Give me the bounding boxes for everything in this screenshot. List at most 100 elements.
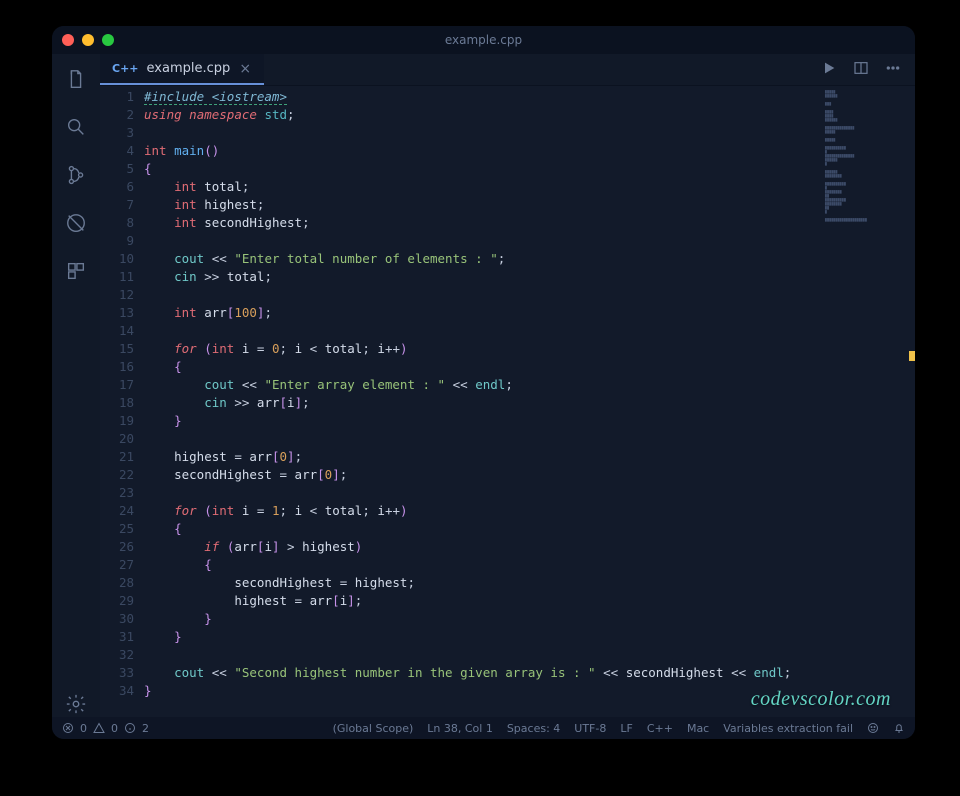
minimize-window-button[interactable] (82, 34, 94, 46)
code-content: cout << "Enter total number of elements … (144, 250, 505, 268)
gutter-line-number: 4 (100, 142, 144, 160)
gutter-line-number: 15 (100, 340, 144, 358)
warning-icon (93, 722, 105, 734)
activity-bar (52, 54, 100, 717)
minimap[interactable]: █████ ██████ ███ ████ ████ ██████ ██████… (819, 86, 915, 717)
code-content: } (144, 610, 212, 628)
explorer-icon[interactable] (63, 66, 89, 92)
status-os[interactable]: Mac (687, 722, 709, 735)
info-icon (124, 722, 136, 734)
code-content: #include <iostream> (144, 88, 287, 106)
code-content: int highest; (144, 196, 264, 214)
code-line: 24 for (int i = 1; i < total; i++) (100, 502, 819, 520)
code-line: 31 } (100, 628, 819, 646)
code-line: 2using namespace std; (100, 106, 819, 124)
code-editor[interactable]: 1#include <iostream>2using namespace std… (100, 86, 819, 717)
debug-icon[interactable] (63, 210, 89, 236)
gutter-line-number: 14 (100, 322, 144, 340)
error-icon (62, 722, 74, 734)
code-line: 14 (100, 322, 819, 340)
code-line: 32 (100, 646, 819, 664)
gutter-line-number: 24 (100, 502, 144, 520)
code-content: cin >> arr[i]; (144, 394, 310, 412)
gutter-line-number: 29 (100, 592, 144, 610)
code-line: 23 (100, 484, 819, 502)
status-language[interactable]: C++ (647, 722, 673, 735)
gutter-line-number: 16 (100, 358, 144, 376)
code-line: 3 (100, 124, 819, 142)
status-extra[interactable]: Variables extraction fail (723, 722, 853, 735)
minimap-preview: █████ ██████ ███ ████ ████ ██████ ██████… (825, 90, 911, 222)
gutter-line-number: 17 (100, 376, 144, 394)
code-line: 25 { (100, 520, 819, 538)
code-line: 8 int secondHighest; (100, 214, 819, 232)
status-warnings: 0 (111, 722, 118, 735)
code-content: cout << "Enter array element : " << endl… (144, 376, 513, 394)
editor-body: C++ example.cpp × 1#include <iostream>2u… (52, 54, 915, 717)
code-line: 34} (100, 682, 819, 700)
close-window-button[interactable] (62, 34, 74, 46)
status-problems[interactable]: 0 0 2 (62, 722, 149, 735)
gutter-line-number: 31 (100, 628, 144, 646)
code-line: 1#include <iostream> (100, 88, 819, 106)
extensions-icon[interactable] (63, 258, 89, 284)
status-indent[interactable]: Spaces: 4 (507, 722, 560, 735)
code-line: 21 highest = arr[0]; (100, 448, 819, 466)
code-line: 33 cout << "Second highest number in the… (100, 664, 819, 682)
gutter-line-number: 21 (100, 448, 144, 466)
close-tab-button[interactable]: × (238, 62, 252, 76)
code-content: for (int i = 1; i < total; i++) (144, 502, 408, 520)
editor-actions (821, 54, 915, 85)
tab-filename: example.cpp (147, 61, 231, 76)
gutter-line-number: 26 (100, 538, 144, 556)
code-content: } (144, 682, 152, 700)
source-control-icon[interactable] (63, 162, 89, 188)
code-content: } (144, 412, 182, 430)
code-line: 19 } (100, 412, 819, 430)
code-content: { (144, 556, 212, 574)
code-line: 16 { (100, 358, 819, 376)
gutter-line-number: 18 (100, 394, 144, 412)
gutter-line-number: 11 (100, 268, 144, 286)
code-content: { (144, 520, 182, 538)
code-content: for (int i = 0; i < total; i++) (144, 340, 408, 358)
status-info: 2 (142, 722, 149, 735)
zoom-window-button[interactable] (102, 34, 114, 46)
code-line: 5{ (100, 160, 819, 178)
code-line: 30 } (100, 610, 819, 628)
code-content: cout << "Second highest number in the gi… (144, 664, 791, 682)
status-cursor[interactable]: Ln 38, Col 1 (427, 722, 493, 735)
status-bell-icon[interactable] (893, 722, 905, 734)
status-encoding[interactable]: UTF-8 (574, 722, 606, 735)
search-icon[interactable] (63, 114, 89, 140)
cpp-file-icon: C++ (112, 62, 139, 75)
code-line: 15 for (int i = 0; i < total; i++) (100, 340, 819, 358)
gutter-line-number: 27 (100, 556, 144, 574)
window-title: example.cpp (445, 33, 522, 47)
code-line: 18 cin >> arr[i]; (100, 394, 819, 412)
status-eol[interactable]: LF (620, 722, 632, 735)
status-scope[interactable]: (Global Scope) (333, 722, 414, 735)
gutter-line-number: 8 (100, 214, 144, 232)
tab-example-cpp[interactable]: C++ example.cpp × (100, 54, 264, 85)
status-feedback-icon[interactable] (867, 722, 879, 734)
code-line: 10 cout << "Enter total number of elemen… (100, 250, 819, 268)
run-icon[interactable] (821, 60, 837, 80)
more-actions-icon[interactable] (885, 60, 901, 80)
code-content: } (144, 628, 182, 646)
code-line: 12 (100, 286, 819, 304)
split-editor-icon[interactable] (853, 60, 869, 80)
gutter-line-number: 28 (100, 574, 144, 592)
gutter-line-number: 6 (100, 178, 144, 196)
code-line: 9 (100, 232, 819, 250)
code-content: secondHighest = arr[0]; (144, 466, 347, 484)
code-content: int total; (144, 178, 249, 196)
minimap-marker (909, 351, 915, 361)
gutter-line-number: 30 (100, 610, 144, 628)
code-content: cin >> total; (144, 268, 272, 286)
settings-icon[interactable] (63, 691, 89, 717)
gutter-line-number: 5 (100, 160, 144, 178)
code-content: int arr[100]; (144, 304, 272, 322)
code-line: 11 cin >> total; (100, 268, 819, 286)
traffic-lights (62, 34, 114, 46)
